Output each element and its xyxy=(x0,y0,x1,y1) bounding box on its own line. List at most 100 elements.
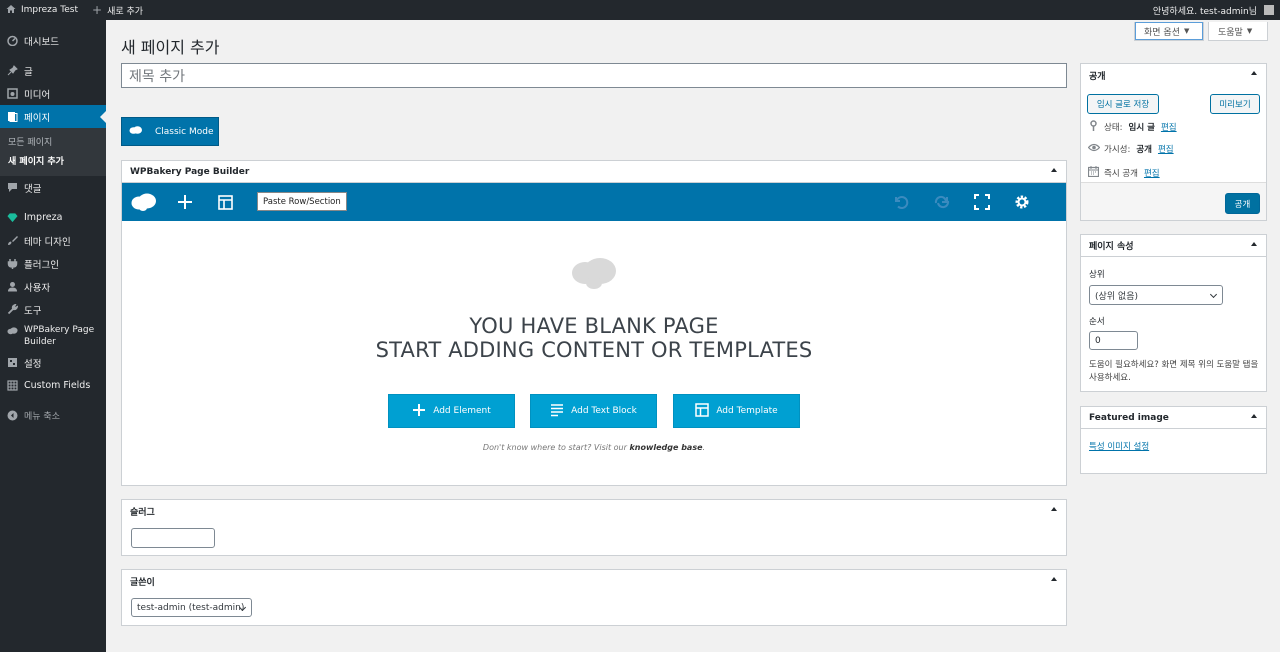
collapse-toggle-icon[interactable] xyxy=(1251,414,1257,418)
user-icon xyxy=(7,281,18,292)
publish-button[interactable]: 공개 xyxy=(1225,193,1260,214)
admin-bar: Impreza Test + 새로 추가 안녕하세요. test-admin님 xyxy=(0,0,1280,20)
wpbakery-toolbar: Paste Row/Section xyxy=(122,183,1066,221)
dashboard-icon xyxy=(7,35,18,46)
order-label: 순서 xyxy=(1089,317,1105,327)
calendar-icon xyxy=(1087,166,1100,180)
featured-image-box: Featured image 특성 이미지 설정 xyxy=(1080,406,1267,474)
knowledge-base-link[interactable]: knowledge base xyxy=(629,443,702,452)
title-placeholder: 제목 추가 xyxy=(129,68,185,85)
new-content-link[interactable]: + 새로 추가 xyxy=(85,0,150,20)
blank-page-subheading: START ADDING CONTENT OR TEMPLATES xyxy=(375,338,813,362)
page-attributes-title: 페이지 속성 xyxy=(1081,235,1266,257)
add-text-block-button[interactable]: Add Text Block xyxy=(530,394,657,428)
submenu-all-pages[interactable]: 모든 페이지 xyxy=(0,132,106,151)
sidebar-item-appearance[interactable]: 테마 디자인 xyxy=(0,229,106,252)
visibility-row: 가시성: 공개 편집 xyxy=(1087,143,1174,155)
sidebar-item-plugins[interactable]: 플러그인 xyxy=(0,252,106,275)
diamond-icon xyxy=(7,212,18,223)
collapse-toggle-icon[interactable] xyxy=(1051,507,1057,511)
blank-page-cloud-icon xyxy=(570,256,618,295)
order-input[interactable]: 0 xyxy=(1089,331,1138,350)
sidebar-item-wpbakery[interactable]: WPBakery Page Builder xyxy=(0,321,106,351)
add-element-plus-icon[interactable] xyxy=(175,192,195,212)
cloud-icon xyxy=(7,325,18,336)
page-title: 새 페이지 추가 xyxy=(121,38,220,57)
author-box: 글쓴이 test-admin (test-admin) xyxy=(121,569,1067,626)
text-block-icon xyxy=(550,403,564,420)
home-icon xyxy=(6,4,16,17)
wpbakery-builder-box: WPBakery Page Builder Paste Row/Section xyxy=(121,160,1067,486)
collapse-toggle-icon[interactable] xyxy=(1251,71,1257,75)
save-draft-button[interactable]: 임시 글로 저장 xyxy=(1087,94,1159,114)
knowledge-base-hint: Don't know where to start? Visit our kno… xyxy=(482,443,706,452)
pin-icon xyxy=(7,65,18,76)
sidebar-item-users[interactable]: 사용자 xyxy=(0,275,106,298)
slug-box-title: 슬러그 xyxy=(130,507,155,518)
slug-input[interactable] xyxy=(131,528,215,548)
set-featured-image-link[interactable]: 특성 이미지 설정 xyxy=(1089,440,1149,452)
submenu-add-new-page[interactable]: 새 페이지 추가 xyxy=(0,151,106,170)
sidebar-item-pages[interactable]: 페이지 xyxy=(0,105,106,128)
blank-page-heading: YOU HAVE BLANK PAGE xyxy=(469,314,719,338)
templates-icon[interactable] xyxy=(215,192,235,212)
edit-schedule-link[interactable]: 편집 xyxy=(1144,167,1160,179)
page-attributes-box: 페이지 속성 상위 (상위 없음) 순서 0 도움이 필요하세요? 화면 제목 … xyxy=(1080,234,1267,392)
page-attributes-help: 도움이 필요하세요? 화면 제목 위의 도움말 탭을 사용하세요. xyxy=(1089,360,1259,383)
classic-mode-button[interactable]: Classic Mode xyxy=(121,117,219,146)
author-select[interactable]: test-admin (test-admin) xyxy=(131,598,252,617)
eye-icon xyxy=(1087,143,1101,155)
paste-row-tooltip[interactable]: Paste Row/Section xyxy=(257,192,347,211)
collapse-toggle-icon[interactable] xyxy=(1051,577,1057,581)
sidebar-item-custom-fields[interactable]: Custom Fields xyxy=(0,374,106,397)
admin-sidebar: 대시보드 글 미디어 페이지 모든 페이지 새 페이지 추가 댓글 Imprez… xyxy=(0,20,106,652)
add-template-button[interactable]: Add Template xyxy=(673,394,800,428)
status-value: 임시 글 xyxy=(1128,123,1155,133)
slug-box: 슬러그 xyxy=(121,499,1067,556)
sidebar-item-tools[interactable]: 도구 xyxy=(0,298,106,321)
collapse-toggle-icon[interactable] xyxy=(1251,242,1257,246)
sidebar-item-comments[interactable]: 댓글 xyxy=(0,176,106,199)
plus-icon: + xyxy=(92,3,103,17)
title-input[interactable]: 제목 추가 xyxy=(121,63,1067,88)
preview-button[interactable]: 미리보기 xyxy=(1210,94,1260,114)
chevron-down-icon xyxy=(1209,290,1218,299)
parent-select[interactable]: (상위 없음) xyxy=(1089,285,1223,305)
grid-icon xyxy=(7,380,18,391)
collapse-toggle-icon[interactable] xyxy=(1051,168,1057,172)
visibility-value: 공개 xyxy=(1136,145,1152,155)
edit-visibility-link[interactable]: 편집 xyxy=(1158,143,1174,155)
wpbakery-logo-icon[interactable] xyxy=(131,192,157,212)
fullscreen-icon[interactable] xyxy=(972,192,992,212)
cloud-icon xyxy=(129,125,143,138)
gear-icon[interactable] xyxy=(1012,192,1032,212)
author-box-title: 글쓴이 xyxy=(130,577,155,588)
publish-box: 공개 임시 글로 저장 미리보기 상태: 임시 글 편집 가시성: 공개 편집 즉시 공… xyxy=(1080,63,1267,221)
wrench-icon xyxy=(7,304,18,315)
settings-icon xyxy=(7,357,18,368)
caret-down-icon: ▼ xyxy=(1183,27,1190,35)
pin-icon xyxy=(1088,120,1098,134)
site-name-link[interactable]: Impreza Test xyxy=(0,0,85,20)
sidebar-item-media[interactable]: 미디어 xyxy=(0,82,106,105)
new-content-label: 새로 추가 xyxy=(107,6,144,17)
page-icon xyxy=(7,111,18,122)
pages-submenu: 모든 페이지 새 페이지 추가 xyxy=(0,128,106,176)
avatar xyxy=(1264,5,1274,15)
account-menu[interactable]: 안녕하세요. test-admin님 xyxy=(1146,0,1280,20)
add-element-button[interactable]: Add Element xyxy=(388,394,515,428)
sidebar-item-posts[interactable]: 글 xyxy=(0,59,106,82)
plugin-icon xyxy=(7,258,18,269)
sidebar-item-settings[interactable]: 설정 xyxy=(0,351,106,374)
screen-options-button[interactable]: 화면 옵션 ▼ xyxy=(1134,22,1204,41)
sidebar-collapse-menu[interactable]: 메뉴 축소 xyxy=(0,404,106,427)
edit-status-link[interactable]: 편집 xyxy=(1161,121,1177,133)
undo-icon[interactable] xyxy=(891,192,911,212)
sidebar-item-dashboard[interactable]: 대시보드 xyxy=(0,29,106,52)
help-button[interactable]: 도움말 ▼ xyxy=(1208,22,1268,41)
sidebar-item-impreza[interactable]: Impreza xyxy=(0,206,106,229)
plus-icon xyxy=(412,403,426,420)
parent-label: 상위 xyxy=(1089,270,1105,280)
featured-image-title: Featured image xyxy=(1081,407,1266,429)
redo-icon[interactable] xyxy=(932,192,952,212)
